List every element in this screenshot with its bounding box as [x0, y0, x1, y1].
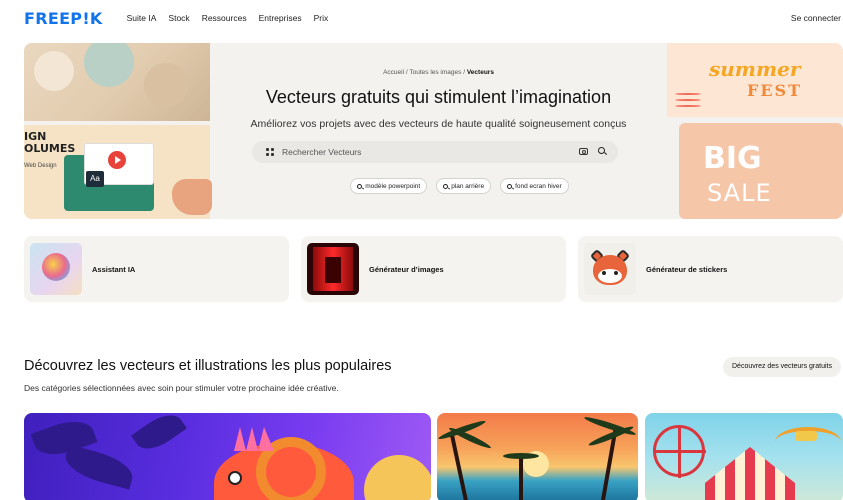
flower-shape	[34, 51, 74, 91]
wave-shape	[675, 99, 701, 101]
tool-card-sticker-generator[interactable]: Générateur de stickers	[578, 236, 843, 302]
web-design-subtext: Web Design	[24, 163, 57, 169]
freepik-logo[interactable]: FREEP!K	[24, 9, 103, 28]
tool-label: Générateur de stickers	[646, 264, 728, 274]
ai-assistant-thumbnail	[30, 243, 82, 295]
floral-illustration	[24, 43, 210, 121]
tool-label: Générateur d’images	[369, 264, 444, 274]
breadcrumb-all-images[interactable]: Toutes les images	[409, 69, 461, 76]
coaster-cart	[795, 431, 817, 441]
big-text: BIG	[703, 141, 762, 176]
summer-text: summer	[709, 57, 801, 81]
breadcrumb-separator: /	[405, 69, 408, 76]
gallery-item-beach-sunset[interactable]	[437, 413, 638, 500]
nav-link-stock[interactable]: Stock	[168, 13, 189, 23]
ferris-wheel-shape	[653, 425, 706, 478]
search-icon[interactable]	[598, 147, 605, 154]
discover-vectors-button[interactable]: Découvrez des vecteurs gratuits	[723, 357, 841, 377]
image-generator-thumbnail	[307, 243, 359, 295]
panda-eye	[614, 271, 618, 275]
chip-label: modèle powerpoint	[365, 182, 421, 190]
web-heading-line2: OLUMES	[24, 142, 76, 155]
palm-frond	[503, 453, 539, 459]
page-subtitle: Améliorez vos projets avec des vecteurs …	[250, 118, 627, 130]
breadcrumb-separator: /	[463, 69, 466, 76]
search-icon	[443, 183, 449, 189]
moon-shape	[364, 455, 431, 500]
top-nav: FREEP!K Suite IA Stock Ressources Entrep…	[0, 0, 843, 36]
hero-content: Accueil / Toutes les images / Vecteurs V…	[210, 43, 667, 219]
chip-label: plan arrière	[451, 182, 485, 190]
hero-banner: IGN OLUMES Web Design Aa Accueil / Toute…	[24, 43, 843, 219]
search-input[interactable]	[282, 144, 532, 160]
nav-link-suite-ia[interactable]: Suite IA	[127, 13, 157, 23]
filter-grid-icon[interactable]	[266, 148, 274, 156]
wave-shape	[675, 105, 701, 107]
leaf-shape	[131, 413, 187, 457]
web-design-heading: IGN OLUMES	[24, 131, 75, 155]
chip-fond-ecran-hiver[interactable]: fond ecran hiver	[500, 178, 569, 194]
section-title: Découvrez les vecteurs et illustrations …	[24, 358, 392, 374]
dragon-eye	[228, 471, 242, 485]
camera-icon[interactable]	[579, 148, 588, 155]
search-icon	[507, 183, 513, 189]
sale-text: SALE	[707, 179, 772, 207]
breadcrumb-accueil[interactable]: Accueil	[383, 69, 404, 76]
breadcrumb-current: Vecteurs	[466, 69, 494, 76]
gallery-item-dragon[interactable]	[24, 413, 431, 500]
flower-shape	[144, 63, 188, 107]
panda-eye	[602, 271, 606, 275]
tool-card-assistant-ia[interactable]: Assistant IA	[24, 236, 289, 302]
palm-trunk	[519, 457, 523, 500]
page-title: Vecteurs gratuits qui stimulent l’imagin…	[265, 87, 612, 107]
suggestion-chips: modèle powerpoint plan arrière fond ecra…	[210, 178, 667, 194]
nav-link-ressources[interactable]: Ressources	[202, 13, 247, 23]
search-icon	[357, 183, 363, 189]
wave-shape	[675, 93, 701, 95]
red-panda-sticker-thumbnail	[584, 243, 636, 295]
nav-links: Suite IA Stock Ressources Entreprises Pr…	[127, 13, 329, 23]
palm-trunk	[449, 433, 469, 500]
gallery-item-fairground[interactable]	[645, 413, 843, 500]
chip-modele-powerpoint[interactable]: modèle powerpoint	[350, 178, 428, 194]
chip-label: fond ecran hiver	[515, 182, 562, 190]
hand-illustration	[172, 179, 212, 215]
fest-text: FEST	[747, 81, 803, 100]
nav-link-entreprises[interactable]: Entreprises	[259, 13, 302, 23]
chip-plan-arriere[interactable]: plan arrière	[436, 178, 492, 194]
play-icon	[108, 151, 126, 169]
tool-label: Assistant IA	[92, 264, 136, 274]
hero-right-artwork: summer FEST BIG SALE	[667, 43, 843, 219]
flower-shape	[84, 43, 134, 87]
section-subtitle: Des catégories sélectionnées avec soin p…	[24, 383, 339, 393]
palm-frond	[437, 418, 487, 442]
typography-badge: Aa	[86, 171, 104, 187]
ai-tools-row: Assistant IA Générateur d’images Générat…	[24, 236, 843, 302]
breadcrumb: Accueil / Toutes les images / Vecteurs	[210, 69, 667, 76]
search-bar	[252, 141, 618, 163]
hero-left-artwork: IGN OLUMES Web Design Aa	[24, 43, 212, 219]
tool-card-image-generator[interactable]: Générateur d’images	[301, 236, 566, 302]
signin-link[interactable]: Se connecter	[791, 13, 841, 23]
dragon-crest	[234, 427, 274, 451]
nav-link-prix[interactable]: Prix	[314, 13, 329, 23]
leaf-shape	[61, 444, 137, 490]
